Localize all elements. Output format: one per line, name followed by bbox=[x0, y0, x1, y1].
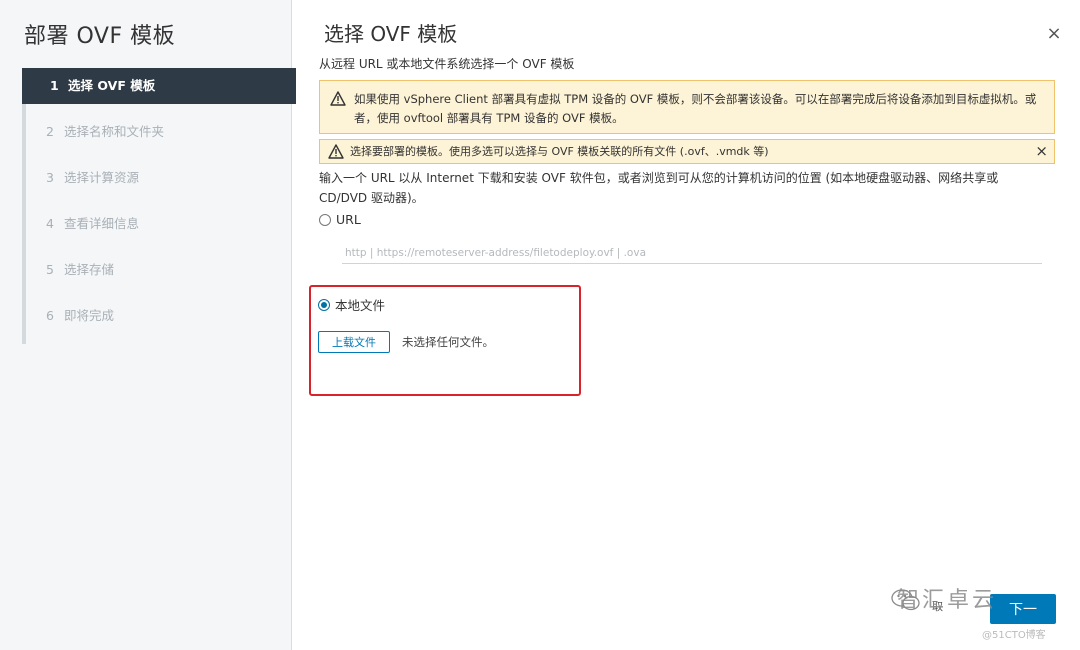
local-file-option[interactable]: 本地文件 bbox=[318, 295, 385, 314]
url-option[interactable]: URL bbox=[319, 212, 361, 227]
select-template-alert-text: 选择要部署的模板。使用多选可以选择与 OVF 模板关联的所有文件 (.ovf、.… bbox=[350, 145, 769, 158]
no-file-selected-text: 未选择任何文件。 bbox=[402, 335, 494, 349]
warning-icon bbox=[328, 144, 344, 167]
step-select-storage[interactable]: 5 选择存储 bbox=[26, 252, 296, 288]
wizard-title: 部署 OVF 模板 bbox=[24, 24, 176, 49]
watermark-source: @51CTO博客 bbox=[982, 630, 1046, 641]
step-ready-to-complete[interactable]: 6 即将完成 bbox=[26, 298, 296, 334]
warning-icon bbox=[330, 91, 346, 112]
step-review-details[interactable]: 4 查看详细信息 bbox=[26, 206, 296, 242]
source-description: 输入一个 URL 以从 Internet 下载和安装 OVF 软件包，或者浏览到… bbox=[319, 171, 999, 205]
step-number: 1 bbox=[50, 78, 59, 93]
page-title: 选择 OVF 模板 bbox=[324, 22, 458, 46]
url-radio[interactable] bbox=[319, 213, 331, 226]
step-number: 2 bbox=[46, 124, 54, 139]
step-label: 选择存储 bbox=[64, 262, 115, 277]
step-label: 选择 OVF 模板 bbox=[68, 78, 156, 93]
step-label: 查看详细信息 bbox=[64, 216, 140, 231]
step-label: 选择计算资源 bbox=[64, 170, 140, 185]
select-template-alert: 选择要部署的模板。使用多选可以选择与 OVF 模板关联的所有文件 (.ovf、.… bbox=[319, 139, 1055, 164]
step-number: 4 bbox=[46, 216, 54, 231]
wizard-sidebar: 部署 OVF 模板 1 选择 OVF 模板 2 选择名称和文件夹 3 选择计算资源 4… bbox=[0, 0, 296, 650]
step-label: 即将完成 bbox=[64, 308, 115, 323]
local-file-radio[interactable] bbox=[318, 298, 330, 311]
step-number: 3 bbox=[46, 170, 54, 185]
close-icon[interactable]: × bbox=[1044, 24, 1064, 44]
page-subtitle: 从远程 URL 或本地文件系统选择一个 OVF 模板 bbox=[319, 57, 575, 71]
step-number: 6 bbox=[46, 308, 54, 323]
wizard-steps: 1 选择 OVF 模板 2 选择名称和文件夹 3 选择计算资源 4 查看详细信息 5 选择… bbox=[22, 68, 296, 344]
main-panel: 选择 OVF 模板 × 从远程 URL 或本地文件系统选择一个 OVF 模板 如… bbox=[292, 0, 1080, 650]
next-button[interactable]: 下一 bbox=[990, 594, 1056, 624]
tpm-warning-alert: 如果使用 vSphere Client 部署具有虚拟 TPM 设备的 OVF 模… bbox=[319, 80, 1055, 134]
step-number: 5 bbox=[46, 262, 54, 277]
step-label: 选择名称和文件夹 bbox=[64, 124, 165, 139]
step-select-name-folder[interactable]: 2 选择名称和文件夹 bbox=[26, 114, 296, 150]
watermark-text: 智汇卓云 bbox=[897, 588, 998, 613]
local-file-option-label: 本地文件 bbox=[335, 298, 386, 313]
url-option-label: URL bbox=[336, 212, 361, 227]
step-select-ovf-template[interactable]: 1 选择 OVF 模板 bbox=[22, 68, 296, 104]
alert-close-icon[interactable]: × bbox=[1035, 140, 1048, 163]
upload-file-button[interactable]: 上载文件 bbox=[318, 331, 390, 353]
url-input[interactable] bbox=[342, 242, 1042, 264]
tpm-warning-text: 如果使用 vSphere Client 部署具有虚拟 TPM 设备的 OVF 模… bbox=[354, 92, 1037, 125]
step-select-compute-resource[interactable]: 3 选择计算资源 bbox=[26, 160, 296, 196]
